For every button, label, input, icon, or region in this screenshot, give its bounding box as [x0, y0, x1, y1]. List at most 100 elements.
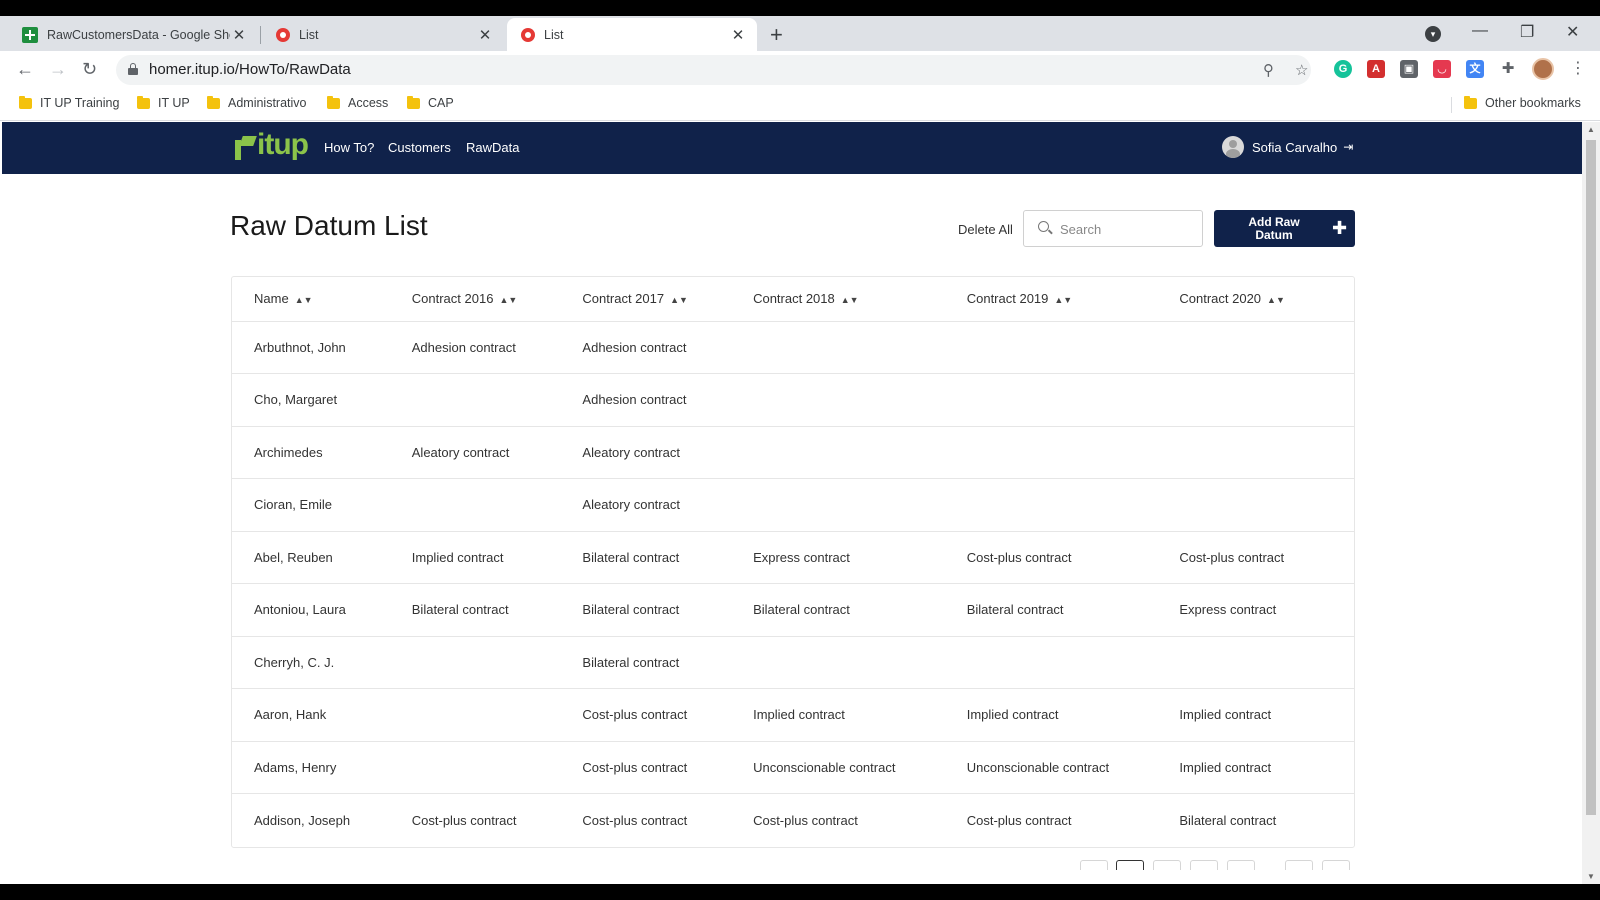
search-box[interactable]: [1023, 210, 1203, 247]
forward-icon[interactable]: →: [49, 59, 67, 80]
tab-list-1[interactable]: List ✕: [262, 18, 504, 51]
column-header-contract-2016[interactable]: Contract 2016 ▲▼: [389, 277, 561, 322]
profile-avatar[interactable]: [1532, 58, 1554, 80]
bookmark-access[interactable]: Access: [327, 95, 388, 110]
user-menu[interactable]: Sofia Carvalho ⇥: [1222, 136, 1353, 158]
page-content: itup How To? Customers RawData Sofia Car…: [2, 122, 1582, 884]
bookmark-it-up-training[interactable]: IT UP Training: [19, 95, 120, 110]
pagination-page[interactable]: [1153, 860, 1181, 870]
url-text[interactable]: homer.itup.io/HowTo/RawData: [149, 61, 351, 78]
cell-contract: Implied contract: [1157, 741, 1354, 794]
pagination-next[interactable]: [1285, 860, 1313, 870]
pdf-icon[interactable]: A: [1367, 60, 1385, 78]
table-row[interactable]: Adams, Henry Cost-plus contract Unconscion…: [232, 741, 1354, 794]
table-row[interactable]: Cioran, Emile Aleatory contract: [232, 478, 1354, 532]
tab-search-icon[interactable]: ▾: [1425, 26, 1441, 42]
column-label: Contract 2019: [966, 291, 1049, 307]
cell-contract: [389, 688, 561, 742]
lock-icon: [128, 63, 138, 75]
scroll-up-icon[interactable]: ▲: [1587, 125, 1595, 134]
sort-icon[interactable]: ▲▼: [670, 295, 688, 305]
grammarly-icon[interactable]: G: [1334, 60, 1352, 78]
cell-contract: Bilateral contract: [560, 583, 732, 637]
table-row[interactable]: Addison, Joseph Cost-plus contract Cost-pl…: [232, 794, 1354, 847]
cell-contract: [731, 373, 945, 427]
logo-mark-icon: [235, 136, 255, 160]
table-row[interactable]: Aaron, Hank Cost-plus contract Implied con…: [232, 688, 1354, 742]
tab-list-active[interactable]: List ✕: [507, 18, 757, 51]
close-tab-icon[interactable]: ✕: [230, 26, 248, 44]
sort-icon[interactable]: ▲▼: [295, 295, 313, 305]
bookmark-it-up[interactable]: IT UP: [137, 95, 190, 110]
nav-rawdata[interactable]: RawData: [466, 140, 519, 155]
sort-icon[interactable]: ▲▼: [1267, 295, 1285, 305]
itup-logo[interactable]: itup: [235, 130, 309, 160]
nav-how-to[interactable]: How To?: [324, 140, 374, 155]
tab-sheets[interactable]: RawCustomersData - Google Sheets ✕: [8, 18, 258, 51]
table-row[interactable]: Antoniou, Laura Bilateral contract Bilater…: [232, 583, 1354, 637]
address-bar[interactable]: homer.itup.io/HowTo/RawData ⚲ ☆: [116, 55, 1311, 85]
column-header-contract-2020[interactable]: Contract 2020 ▲▼: [1157, 277, 1354, 322]
bookmark-administrativo[interactable]: Administrativo: [207, 95, 307, 110]
cell-contract: Adhesion contract: [560, 321, 732, 374]
bookmark-cap[interactable]: CAP: [407, 95, 454, 110]
cell-contract: Implied contract: [944, 688, 1158, 742]
nav-customers[interactable]: Customers: [388, 140, 451, 155]
column-header-name[interactable]: Name ▲▼: [232, 277, 390, 322]
restore-icon[interactable]: ❐: [1520, 22, 1534, 42]
pagination-first[interactable]: [1080, 860, 1108, 870]
cell-name: Archimedes: [232, 426, 390, 479]
list-favicon-icon: [276, 27, 290, 42]
puzzle-icon[interactable]: ✚: [1499, 60, 1517, 78]
cell-contract: [944, 321, 1158, 374]
new-tab-icon[interactable]: +: [770, 22, 783, 48]
sort-icon[interactable]: ▲▼: [1054, 295, 1072, 305]
cell-name: Cioran, Emile: [232, 478, 390, 532]
table-row[interactable]: Cherryh, C. J. Bilateral contract: [232, 636, 1354, 689]
column-header-contract-2019[interactable]: Contract 2019 ▲▼: [944, 277, 1158, 322]
table-row[interactable]: Cho, Margaret Adhesion contract: [232, 373, 1354, 427]
sort-icon[interactable]: ▲▼: [841, 295, 859, 305]
scroll-down-icon[interactable]: ▼: [1587, 872, 1595, 881]
cell-contract: Adhesion contract: [389, 321, 561, 374]
table-row[interactable]: Arbuthnot, John Adhesion contract Adhesion…: [232, 321, 1354, 374]
close-tab-icon[interactable]: ✕: [476, 26, 494, 44]
extension-icon[interactable]: ▣: [1400, 60, 1418, 78]
cell-contract: Unconscionable contract: [731, 741, 945, 794]
bookmark-other[interactable]: Other bookmarks: [1464, 95, 1581, 110]
scrollbar-thumb[interactable]: [1586, 140, 1596, 815]
table-row[interactable]: Archimedes Aleatory contract Aleatory cont…: [232, 426, 1354, 479]
bookmark-star-icon[interactable]: ☆: [1295, 61, 1308, 79]
close-window-icon[interactable]: ✕: [1566, 22, 1579, 42]
column-header-contract-2018[interactable]: Contract 2018 ▲▼: [731, 277, 945, 322]
page-scrollbar[interactable]: ▲ ▼: [1582, 122, 1600, 884]
bookmark-label: CAP: [428, 96, 454, 110]
logout-icon[interactable]: ⇥: [1343, 140, 1353, 154]
column-label: Name: [254, 291, 289, 307]
reload-icon[interactable]: ↻: [82, 59, 97, 80]
bookmark-label: Other bookmarks: [1485, 96, 1581, 110]
sort-icon[interactable]: ▲▼: [499, 295, 517, 305]
menu-kebab-icon[interactable]: ⋮: [1570, 58, 1586, 78]
translate-icon[interactable]: 文: [1466, 60, 1484, 78]
bookmark-label: IT UP Training: [40, 96, 120, 110]
delete-all-button[interactable]: Delete All: [958, 222, 1013, 237]
cell-contract: [389, 373, 561, 427]
zoom-icon[interactable]: ⚲: [1263, 61, 1274, 79]
column-label: Contract 2018: [753, 291, 835, 307]
column-header-contract-2017[interactable]: Contract 2017 ▲▼: [560, 277, 732, 322]
pagination-last[interactable]: [1322, 860, 1350, 870]
table-row[interactable]: Abel, Reuben Implied contract Bilateral co…: [232, 531, 1354, 584]
pagination-page[interactable]: [1190, 860, 1218, 870]
back-icon[interactable]: ←: [16, 59, 34, 80]
pagination-page-active[interactable]: [1116, 860, 1144, 870]
pagination-page[interactable]: [1227, 860, 1255, 870]
add-raw-datum-button[interactable]: Add Raw Datum ✚: [1214, 210, 1355, 247]
pocket-icon[interactable]: ◡: [1433, 60, 1451, 78]
search-icon: [1038, 221, 1049, 232]
cell-contract: [1157, 478, 1354, 532]
search-input[interactable]: [1060, 219, 1190, 239]
page-title: Raw Datum List: [230, 210, 428, 241]
minimize-icon[interactable]: —: [1472, 22, 1488, 40]
close-tab-icon[interactable]: ✕: [729, 26, 747, 44]
